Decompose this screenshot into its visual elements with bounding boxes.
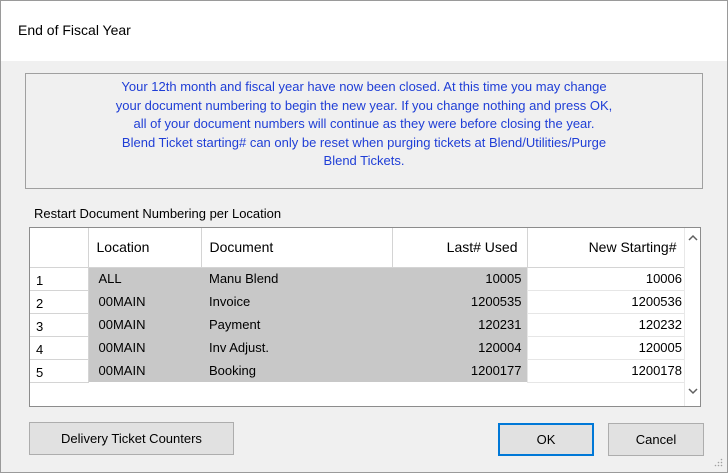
last-used-cell: 1200535	[392, 290, 527, 313]
table-row[interactable]: 5 00MAIN Booking 1200177 1200178	[30, 359, 686, 383]
location-cell: ALL	[88, 267, 201, 290]
table-row[interactable]: 2 00MAIN Invoice 1200535 1200536	[30, 290, 686, 314]
dialog-title: End of Fiscal Year	[18, 22, 131, 38]
new-starting-input[interactable]: 1200536	[526, 290, 686, 314]
row-number[interactable]: 2	[30, 290, 89, 314]
numbering-table: Location Document Last# Used New Startin…	[30, 228, 687, 383]
table-row[interactable]: 4 00MAIN Inv Adjust. 120004 120005	[30, 336, 686, 360]
last-used-cell: 10005	[392, 267, 527, 290]
location-cell: 00MAIN	[88, 336, 201, 359]
new-starting-input[interactable]: 120232	[526, 313, 686, 337]
info-line: all of your document numbers will contin…	[133, 116, 595, 131]
row-number[interactable]: 1	[30, 267, 89, 291]
document-cell: Inv Adjust.	[201, 336, 392, 359]
location-cell: 00MAIN	[88, 313, 201, 336]
new-starting-input[interactable]: 120005	[526, 336, 686, 360]
header-row: Location Document Last# Used New Startin…	[30, 228, 687, 268]
document-cell: Booking	[201, 359, 392, 382]
end-of-fiscal-year-dialog: End of Fiscal Year Your 12th month and f…	[0, 0, 728, 473]
column-header-location[interactable]: Location	[88, 228, 202, 268]
location-cell: 00MAIN	[88, 290, 201, 313]
document-cell: Invoice	[201, 290, 392, 313]
section-label: Restart Document Numbering per Location	[34, 206, 282, 221]
title-bar: End of Fiscal Year	[1, 1, 727, 61]
info-line: your document numbering to begin the new…	[115, 97, 613, 113]
column-header-last-used[interactable]: Last# Used	[392, 228, 528, 268]
document-cell: Manu Blend	[201, 267, 392, 290]
resize-grip-icon[interactable]	[711, 457, 723, 469]
table-row[interactable]: 3 00MAIN Payment 120231 120232	[30, 313, 686, 337]
last-used-cell: 1200177	[392, 359, 527, 382]
numbering-grid: Location Document Last# Used New Startin…	[29, 227, 701, 407]
column-header-new-starting[interactable]: New Starting#	[527, 228, 687, 268]
row-number[interactable]: 4	[30, 336, 89, 360]
location-cell: 00MAIN	[88, 359, 201, 382]
info-line: Your 12th month and fiscal year have now…	[121, 79, 607, 94]
ok-button[interactable]: OK	[498, 423, 594, 456]
vertical-scrollbar[interactable]	[684, 228, 700, 406]
info-line: Blend Tickets.	[323, 153, 405, 168]
info-line: Blend Ticket starting# can only be reset…	[121, 134, 607, 150]
new-starting-input[interactable]: 1200178	[526, 359, 686, 383]
chevron-down-icon[interactable]	[685, 384, 700, 400]
column-header-document[interactable]: Document	[201, 228, 393, 268]
chevron-up-icon[interactable]	[685, 231, 700, 247]
table-row[interactable]: 1 ALL Manu Blend 10005 10006	[30, 267, 686, 291]
row-number-header	[30, 228, 89, 268]
document-cell: Payment	[201, 313, 392, 336]
last-used-cell: 120231	[392, 313, 527, 336]
delivery-ticket-counters-button[interactable]: Delivery Ticket Counters	[29, 422, 234, 455]
new-starting-input[interactable]: 10006	[526, 267, 686, 291]
row-number[interactable]: 5	[30, 359, 89, 383]
cancel-button[interactable]: Cancel	[608, 423, 704, 456]
row-number[interactable]: 3	[30, 313, 89, 337]
last-used-cell: 120004	[392, 336, 527, 359]
info-message-box: Your 12th month and fiscal year have now…	[25, 73, 703, 189]
